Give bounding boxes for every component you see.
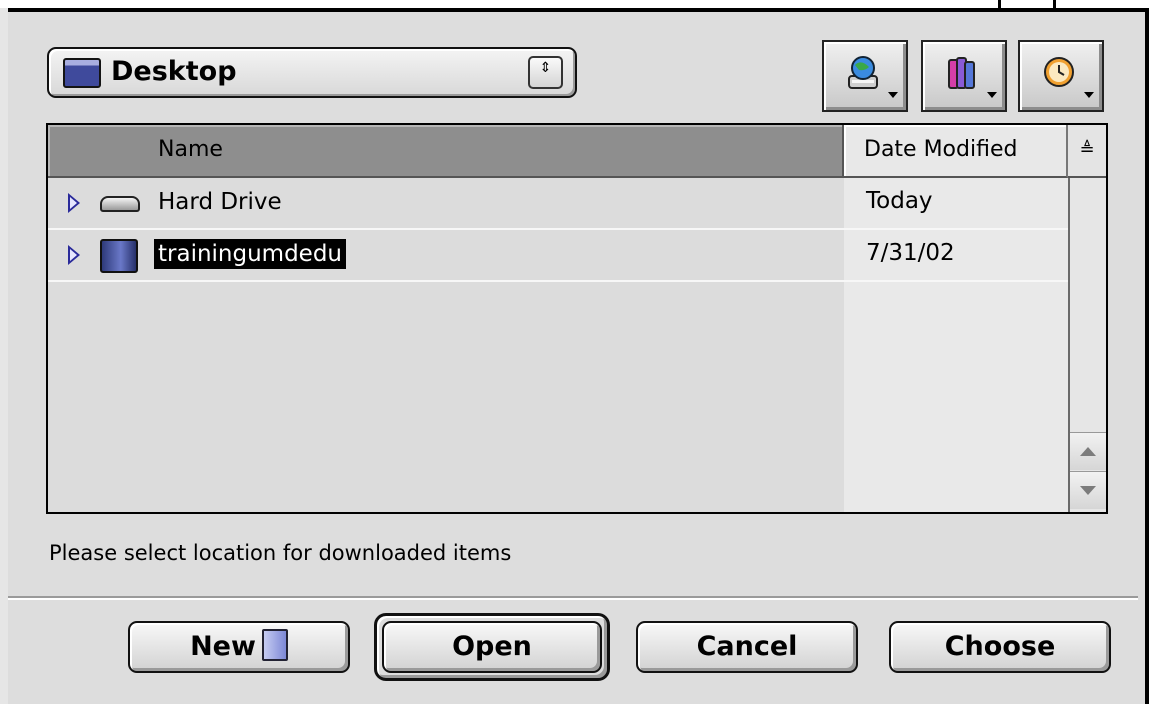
desktop-folder-icon — [63, 58, 101, 88]
new-folder-button[interactable]: New — [128, 621, 350, 673]
row-name-selected: trainingumdedu — [154, 239, 347, 269]
file-list: Name Date Modified ≜ Hard Drive Today tr… — [46, 123, 1108, 514]
new-folder-icon — [261, 628, 288, 661]
row-name: Hard Drive — [158, 189, 282, 215]
network-globe-icon — [848, 56, 878, 89]
list-row-hard-drive[interactable]: Hard Drive Today — [48, 178, 1068, 230]
recent-button[interactable] — [1018, 40, 1104, 112]
window-grow-nub — [998, 0, 1056, 8]
column-header-date-label: Date Modified — [864, 137, 1018, 162]
favorites-books-icon — [948, 57, 975, 89]
column-header-date-modified[interactable]: Date Modified — [844, 125, 1068, 178]
chevron-down-icon — [888, 92, 898, 98]
column-header-name-label: Name — [158, 137, 223, 162]
scroll-up-arrow-icon[interactable] — [1070, 432, 1106, 470]
disclosure-triangle-icon[interactable] — [68, 245, 80, 265]
clock-icon — [1044, 57, 1074, 87]
chevron-down-icon — [1084, 92, 1094, 98]
shortcuts-button[interactable] — [822, 40, 908, 112]
disclosure-triangle-icon[interactable] — [68, 193, 80, 213]
cancel-button[interactable]: Cancel — [636, 621, 858, 673]
chevron-down-icon — [987, 92, 997, 98]
server-volume-icon — [100, 239, 138, 273]
new-folder-label: New — [190, 631, 256, 662]
scroll-down-arrow-icon[interactable] — [1070, 471, 1106, 509]
window-right-edge — [1145, 8, 1149, 704]
location-popup[interactable]: Desktop ⇕ — [47, 47, 577, 98]
hard-drive-icon — [100, 196, 140, 212]
popup-arrows-icon: ⇕ — [528, 56, 563, 89]
list-row-trainingumdedu[interactable]: trainingumdedu 7/31/02 — [48, 230, 1068, 282]
window-border-line — [0, 8, 1149, 12]
row-date: Today — [866, 188, 933, 214]
window-left-edge — [0, 8, 8, 704]
sort-direction-button[interactable]: ≜ — [1068, 125, 1106, 178]
vertical-scrollbar[interactable] — [1068, 178, 1106, 512]
column-header-name[interactable]: Name — [48, 125, 844, 178]
prompt-message: Please select location for downloaded it… — [49, 541, 512, 565]
favorites-button[interactable] — [921, 40, 1007, 112]
choose-button[interactable]: Choose — [889, 621, 1111, 673]
window-top-edge — [0, 0, 1149, 12]
open-button[interactable]: Open — [382, 621, 602, 673]
location-popup-label: Desktop — [111, 56, 237, 87]
row-date: 7/31/02 — [866, 240, 955, 266]
divider — [8, 596, 1138, 600]
